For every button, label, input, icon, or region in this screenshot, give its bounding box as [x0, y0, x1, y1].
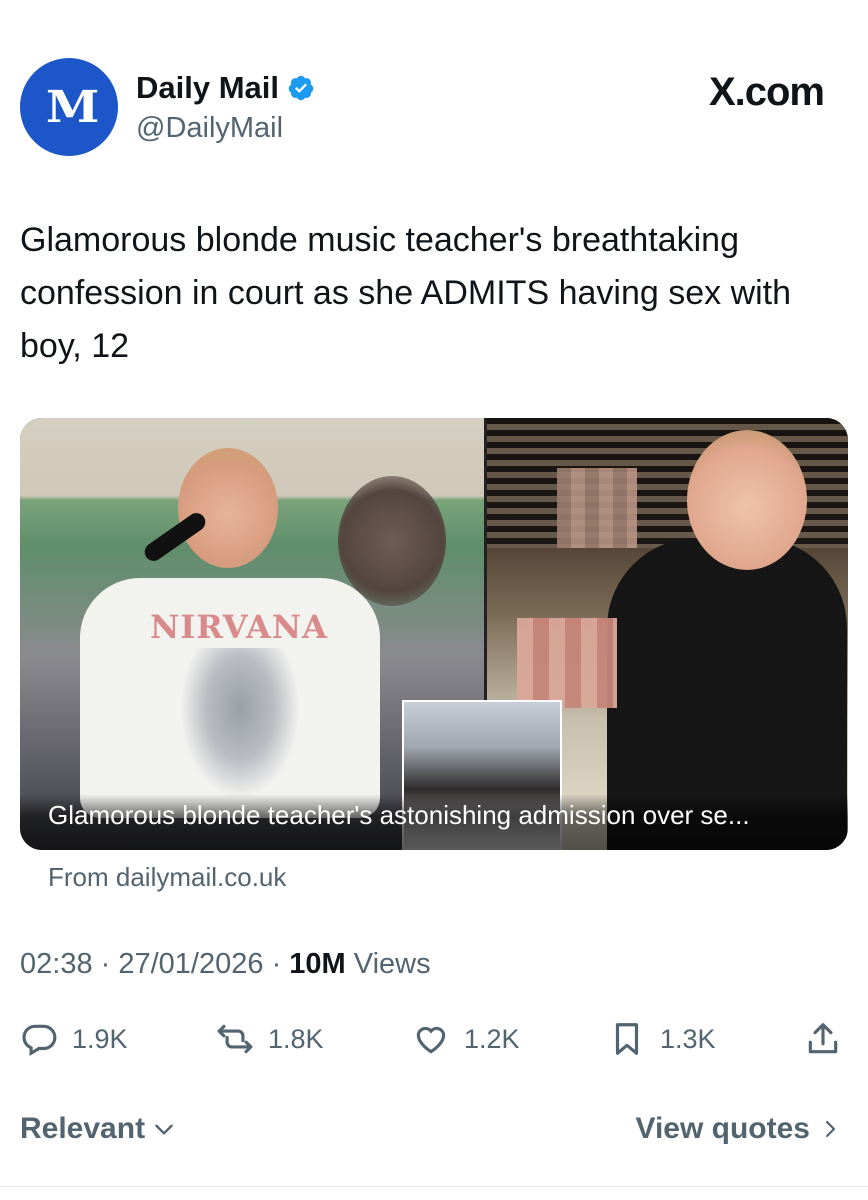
reply-icon [22, 1024, 57, 1057]
view-quotes-label: View quotes [635, 1112, 811, 1145]
blurred-face-left [338, 476, 446, 606]
photo-subject-left: NIRVANA [60, 438, 380, 850]
meta-separator: · [100, 948, 119, 980]
tweet-date[interactable]: 27/01/2026 [118, 948, 263, 980]
pixelated-face-2 [517, 618, 617, 708]
repost-button[interactable]: 1.8K [216, 1020, 324, 1058]
link-card[interactable]: NIRVANA Glamorous blonde teacher's aston… [20, 418, 848, 850]
like-count: 1.2K [464, 1023, 520, 1054]
shirt-graphic [180, 648, 300, 798]
tweet-time[interactable]: 02:38 [20, 948, 93, 980]
card-caption[interactable]: Glamorous blonde teacher's astonishing a… [48, 800, 750, 831]
reply-count: 1.9K [72, 1023, 128, 1054]
views-count: 10M [289, 948, 346, 980]
bookmark-button[interactable]: 1.3K [608, 1020, 716, 1058]
author-name[interactable]: Daily Mail [136, 70, 279, 106]
pixelated-face-1 [557, 468, 637, 548]
tweet-header: M Daily Mail @DailyMail X.com [20, 58, 850, 158]
tweet-meta: 02:38 · 27/01/2026 · 10M Views [20, 948, 431, 981]
card-source[interactable]: From dailymail.co.uk [48, 862, 286, 893]
photo-face-right [687, 430, 807, 570]
author-handle[interactable]: @DailyMail [136, 112, 283, 145]
share-icon [808, 1023, 838, 1054]
views-label: Views [353, 948, 431, 980]
verified-badge-icon [288, 75, 314, 101]
avatar[interactable]: M [20, 58, 118, 156]
bookmark-icon [615, 1023, 639, 1055]
bookmark-count: 1.3K [660, 1023, 716, 1054]
share-button[interactable] [804, 1020, 842, 1058]
sort-label: Relevant [20, 1112, 146, 1145]
chevron-right-icon [825, 1120, 836, 1138]
repost-count: 1.8K [268, 1023, 324, 1054]
reply-button[interactable]: 1.9K [20, 1020, 128, 1058]
action-bar: 1.9K 1.8K 1.2K 1.3K [20, 1020, 850, 1068]
tweet-text: Glamorous blonde music teacher's breatht… [20, 221, 792, 365]
avatar-glyph: M [45, 81, 100, 133]
view-quotes-link[interactable]: View quotes [636, 1112, 843, 1146]
repost-icon [217, 1024, 253, 1054]
meta-separator: · [271, 948, 290, 980]
like-button[interactable]: 1.2K [412, 1020, 520, 1058]
bottom-divider [0, 1186, 868, 1187]
photo-face-left [178, 448, 278, 568]
author-name-row[interactable]: Daily Mail [136, 70, 315, 106]
replies-footer: Relevant View quotes [20, 1112, 842, 1156]
x-logo: X.com [708, 70, 825, 114]
sort-replies-dropdown[interactable]: Relevant [20, 1112, 177, 1146]
like-icon [416, 1026, 446, 1054]
shirt-text: NIRVANA [150, 608, 328, 646]
chevron-down-icon [155, 1124, 173, 1135]
